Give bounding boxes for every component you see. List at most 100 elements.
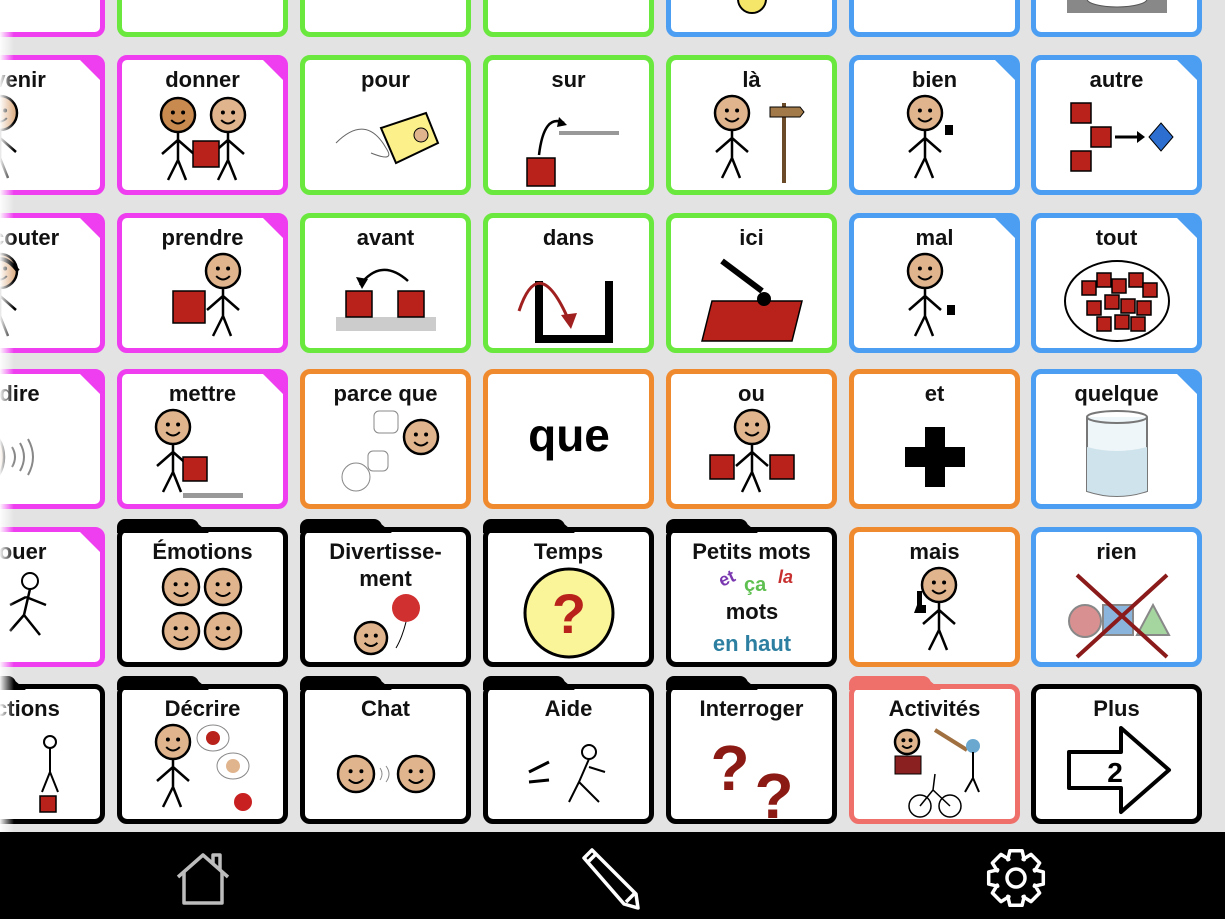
folder-activites-button[interactable]: Activités bbox=[849, 676, 1020, 824]
word-ou-button[interactable]: ou bbox=[666, 369, 837, 509]
svg-text:?: ? bbox=[551, 582, 585, 645]
cell-label: mal bbox=[915, 225, 954, 250]
folder-divertisse-ment-button[interactable]: Divertisse-ment bbox=[300, 519, 471, 667]
word-venir-button[interactable]: venir bbox=[0, 55, 105, 195]
folder-tab bbox=[300, 519, 392, 533]
home-button[interactable] bbox=[171, 846, 235, 910]
cell-label: tout bbox=[1095, 225, 1138, 250]
person-two-boxes-icon bbox=[671, 408, 832, 500]
cell-label: pour bbox=[361, 67, 410, 92]
word-mais-button[interactable]: mais bbox=[849, 527, 1020, 667]
word-rien-button[interactable]: rien bbox=[1031, 527, 1202, 667]
word-blank-button[interactable] bbox=[0, 0, 105, 37]
svg-text:2: 2 bbox=[1107, 757, 1123, 788]
word-blank-button[interactable] bbox=[849, 0, 1020, 37]
person-wave-icon bbox=[0, 94, 100, 186]
partial-icon bbox=[854, 0, 1015, 32]
partial-icon bbox=[122, 0, 283, 32]
folder-chat-button[interactable]: Chat bbox=[300, 676, 471, 824]
cell-label: rien bbox=[1096, 539, 1137, 564]
plate-icon bbox=[1036, 0, 1197, 32]
svg-text:ça: ça bbox=[744, 574, 767, 596]
word-et-button[interactable]: et bbox=[849, 369, 1020, 509]
svg-text:?: ? bbox=[754, 760, 793, 818]
folder-tab bbox=[666, 676, 758, 690]
folder-interroger-button[interactable]: Interroger?? bbox=[666, 676, 837, 824]
folder-emotions-button[interactable]: Émotions bbox=[117, 519, 288, 667]
word-tout-button[interactable]: tout bbox=[1031, 213, 1202, 353]
word-mal-button[interactable]: mal bbox=[849, 213, 1020, 353]
cell-label: dans bbox=[542, 225, 595, 250]
bottom-toolbar bbox=[0, 832, 1225, 919]
word-dans-button[interactable]: dans bbox=[483, 213, 654, 353]
cell-label: là bbox=[742, 67, 761, 92]
person-put-icon bbox=[122, 408, 283, 500]
plus-icon bbox=[854, 410, 1015, 500]
cell-label: écouter bbox=[0, 225, 60, 250]
folder-decrire-button[interactable]: Décrire bbox=[117, 676, 288, 824]
word-quelque-button[interactable]: quelque bbox=[1031, 369, 1202, 509]
word-pour-button[interactable]: pour bbox=[300, 55, 471, 195]
person-headphones-icon bbox=[0, 252, 100, 344]
svg-text:mots: mots bbox=[725, 599, 778, 624]
word-jouer-button[interactable]: jouer bbox=[0, 527, 105, 667]
person-box-icon bbox=[122, 252, 283, 344]
because-bubbles-icon bbox=[305, 410, 466, 500]
word-donner-button[interactable]: donner bbox=[117, 55, 288, 195]
person-thumb-up-icon bbox=[854, 94, 1015, 186]
word-parce-que-button[interactable]: parce que bbox=[300, 369, 471, 509]
word-blank-button[interactable] bbox=[483, 0, 654, 37]
people-running-icon bbox=[0, 568, 100, 658]
cell-label: ici bbox=[739, 225, 764, 250]
edit-button[interactable] bbox=[576, 846, 640, 910]
word-blank-button[interactable] bbox=[1031, 0, 1202, 37]
svg-text:?: ? bbox=[710, 732, 749, 804]
face-balloon-icon bbox=[305, 594, 466, 658]
cell-label: Aide bbox=[544, 696, 593, 721]
folder-temps-button[interactable]: Temps? bbox=[483, 519, 654, 667]
pencil-icon bbox=[582, 848, 640, 910]
help-icon bbox=[488, 725, 649, 815]
cell-label: Activités bbox=[888, 696, 981, 721]
word-blank-button[interactable] bbox=[117, 0, 288, 37]
glass-icon bbox=[1036, 410, 1197, 500]
word-ecouter-button[interactable]: écouter bbox=[0, 213, 105, 353]
word-bien-button[interactable]: bien bbox=[849, 55, 1020, 195]
word-sur-button[interactable]: sur bbox=[483, 55, 654, 195]
vocabulary-grid: venir donner pour sur là bien autre écouter pren… bbox=[0, 0, 1225, 832]
folder-tab bbox=[0, 676, 26, 690]
svg-text:et: et bbox=[715, 566, 738, 591]
home-icon bbox=[176, 853, 230, 905]
word-ici-button[interactable]: ici bbox=[666, 213, 837, 353]
word-prendre-button[interactable]: prendre bbox=[117, 213, 288, 353]
folder-aide-button[interactable]: Aide bbox=[483, 676, 654, 824]
word-blank-button[interactable] bbox=[666, 0, 837, 37]
settings-button[interactable] bbox=[984, 846, 1048, 910]
text-icon: que bbox=[488, 374, 649, 504]
cell-label: et bbox=[924, 381, 945, 406]
face-speak-icon bbox=[0, 410, 100, 500]
person-signpost-icon bbox=[671, 94, 832, 186]
word-plus-button[interactable]: Plus 2 bbox=[1031, 684, 1202, 824]
word-que-button[interactable]: que bbox=[483, 369, 654, 509]
word-autre-button[interactable]: autre bbox=[1031, 55, 1202, 195]
cell-label: mettre bbox=[168, 381, 237, 406]
cell-label: mais bbox=[909, 539, 960, 564]
word-avant-button[interactable]: avant bbox=[300, 213, 471, 353]
cell-label: parce que bbox=[333, 381, 438, 406]
red-square-icon bbox=[305, 0, 466, 32]
word-blank-button[interactable] bbox=[300, 0, 471, 37]
word-la-button[interactable]: là bbox=[666, 55, 837, 195]
cell-label: avant bbox=[356, 225, 415, 250]
cell-label: Temps bbox=[533, 539, 604, 564]
word-mettre-button[interactable]: mettre bbox=[117, 369, 288, 509]
word-dire-button[interactable]: dire bbox=[0, 369, 105, 509]
folder-petits-mots-button[interactable]: Petits mots et ça la mots en haut bbox=[666, 519, 837, 667]
folder-actions-button[interactable]: Actions bbox=[0, 676, 105, 824]
folder-tab bbox=[483, 519, 575, 533]
svg-text:que: que bbox=[528, 409, 610, 461]
cell-label: Émotions bbox=[152, 539, 253, 564]
in-container-icon bbox=[488, 254, 649, 344]
svg-text:la: la bbox=[778, 567, 793, 587]
small-words-icon: et ça la mots en haut bbox=[671, 566, 832, 658]
